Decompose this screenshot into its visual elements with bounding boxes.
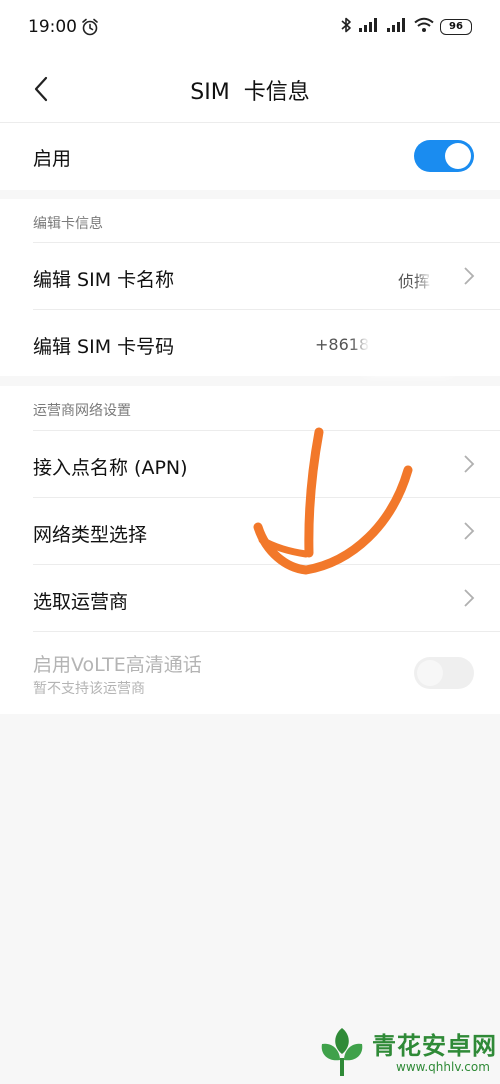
- chevron-right-icon: [464, 455, 475, 473]
- volte-sublabel: 暂不支持该运营商: [33, 681, 145, 697]
- volte-label: 启用VoLTE高清通话: [33, 654, 202, 676]
- edit-sim-name-label: 编辑 SIM 卡名称: [33, 269, 175, 291]
- section-header-edit: 编辑卡信息: [33, 216, 103, 232]
- apn-label: 接入点名称 (APN): [33, 457, 188, 479]
- status-time: 19:00: [28, 17, 77, 37]
- watermark: 青花安卓网 www.qhhlv.com: [312, 1022, 498, 1082]
- network-type-row[interactable]: 网络类型选择: [0, 498, 500, 564]
- alarm-icon: [80, 17, 100, 41]
- edit-sim-number-label: 编辑 SIM 卡号码: [33, 336, 175, 358]
- enable-card: 启用: [0, 122, 500, 190]
- watermark-logo-icon: [321, 1028, 363, 1076]
- chevron-right-icon: [464, 267, 475, 285]
- page-title: SIM 卡信息: [190, 80, 310, 105]
- divider: [0, 122, 500, 123]
- edit-sim-number-row[interactable]: 编辑 SIM 卡号码 +8618: [0, 310, 500, 376]
- title-bar: SIM 卡信息: [0, 54, 500, 122]
- bluetooth-icon: [340, 16, 352, 38]
- watermark-text: 青花安卓网: [372, 1032, 497, 1060]
- blur-mask: [360, 316, 456, 374]
- signal-icon: [386, 17, 408, 37]
- signal-icon: [358, 17, 380, 37]
- volte-row: 启用VoLTE高清通话 暂不支持该运营商: [0, 632, 500, 714]
- toggle-knob: [417, 660, 443, 686]
- enable-toggle[interactable]: [414, 140, 474, 172]
- wifi-icon: [414, 17, 434, 37]
- battery-icon: 96: [440, 19, 472, 35]
- select-carrier-row[interactable]: 选取运营商: [0, 565, 500, 631]
- select-carrier-label: 选取运营商: [33, 591, 129, 613]
- status-bar: 19:00 96: [0, 0, 500, 54]
- edit-sim-name-row[interactable]: 编辑 SIM 卡名称 侦挥: [0, 243, 500, 309]
- toggle-knob: [445, 143, 471, 169]
- network-type-label: 网络类型选择: [33, 524, 148, 546]
- edit-card-section: 编辑卡信息 编辑 SIM 卡名称 侦挥 编辑 SIM 卡号码 +8618: [0, 199, 500, 376]
- status-icons: 96: [340, 17, 472, 37]
- volte-toggle: [414, 657, 474, 689]
- network-section: 运营商网络设置 接入点名称 (APN) 网络类型选择 选取运营商 启用VoLTE…: [0, 386, 500, 714]
- apn-row[interactable]: 接入点名称 (APN): [0, 431, 500, 497]
- chevron-right-icon: [464, 522, 475, 540]
- chevron-right-icon: [464, 589, 475, 607]
- enable-label: 启用: [33, 148, 72, 170]
- section-header-network: 运营商网络设置: [33, 403, 131, 419]
- watermark-url: www.qhhlv.com: [396, 1060, 490, 1074]
